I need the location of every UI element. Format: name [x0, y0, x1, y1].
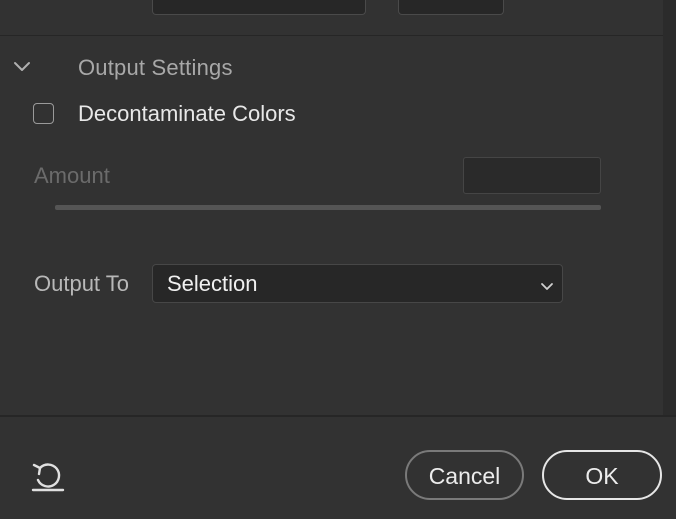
- output-settings-header[interactable]: Output Settings: [0, 50, 663, 86]
- cancel-button[interactable]: Cancel: [405, 450, 524, 500]
- chevron-down-icon[interactable]: [13, 60, 31, 72]
- output-to-label: Output To: [34, 271, 129, 296]
- settings-scroll-area: Output Settings Decontaminate Colors Amo…: [0, 0, 663, 415]
- amount-label: Amount: [34, 163, 110, 188]
- ok-button[interactable]: OK: [542, 450, 662, 500]
- decontaminate-colors-row[interactable]: Decontaminate Colors: [33, 100, 433, 130]
- section-title: Output Settings: [78, 55, 233, 80]
- amount-slider: [55, 205, 601, 210]
- chevron-down-icon: [540, 279, 554, 290]
- dialog-footer: Cancel OK: [0, 417, 676, 519]
- section-divider: [0, 35, 663, 36]
- reset-icon[interactable]: [30, 459, 66, 493]
- amount-input: [463, 157, 601, 194]
- output-to-selected-value: Selection: [167, 271, 258, 296]
- refine-edge-output-panel: Output Settings Decontaminate Colors Amo…: [0, 0, 676, 519]
- decontaminate-colors-checkbox[interactable]: [33, 103, 54, 124]
- decontaminate-colors-label[interactable]: Decontaminate Colors: [78, 101, 296, 127]
- scrollbar[interactable]: [663, 0, 676, 415]
- output-to-select[interactable]: Selection: [152, 264, 563, 303]
- partial-input-field-left[interactable]: [152, 0, 366, 15]
- partial-input-field-right[interactable]: [398, 0, 504, 15]
